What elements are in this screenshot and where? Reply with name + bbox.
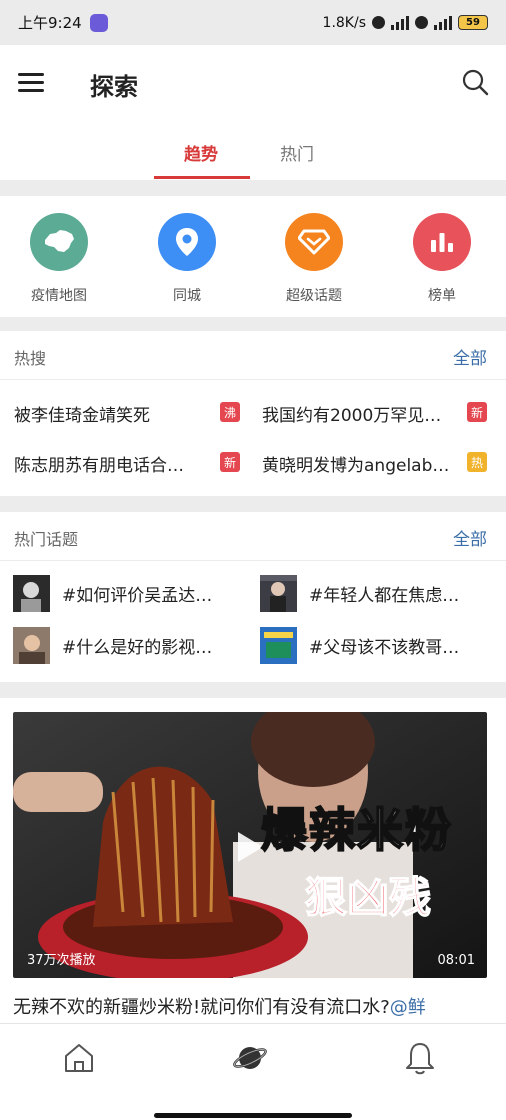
video-mention-link[interactable]: @鲜: [390, 997, 426, 1018]
section-title: 热门话题: [14, 530, 79, 549]
topic-item[interactable]: #父母该不该教哥…: [260, 625, 496, 665]
quick-link-rankings[interactable]: 榜单: [392, 213, 492, 305]
quick-link-super-topic[interactable]: 超级话题: [264, 213, 364, 305]
active-tab-indicator: [154, 176, 250, 179]
topic-thumbnail: [260, 627, 297, 664]
topic-item[interactable]: #年轻人都在焦虑…: [260, 573, 496, 613]
hot-search-item[interactable]: 我国约有2000万罕见…: [262, 401, 441, 426]
new-badge: 新: [220, 452, 240, 472]
battery-icon: 59: [458, 15, 488, 30]
topic-item[interactable]: #如何评价吴孟达…: [13, 573, 243, 613]
china-map-icon: [30, 213, 88, 271]
topic-item[interactable]: #什么是好的影视…: [13, 625, 243, 665]
hd-icon: [415, 16, 428, 29]
topic-text: #父母该不该教哥…: [309, 638, 460, 658]
new-badge: 新: [467, 402, 487, 422]
tab-trending[interactable]: 趋势: [184, 140, 218, 165]
video-card: 爆辣米粉 狠凶残 37万次播放 08:01 无辣不欢的新疆炒米粉!就问你们有没有…: [0, 698, 506, 1023]
status-indicators: 1.8K/s 59: [323, 15, 488, 31]
topic-text: #如何评价吴孟达…: [62, 586, 213, 606]
bell-icon[interactable]: [402, 1040, 438, 1076]
video-duration: 08:01: [437, 953, 475, 968]
hot-search-section: 热搜 全部 被李佳琦金靖笑死 沸 我国约有2000万罕见… 新 陈志朋苏有朋电话…: [0, 331, 506, 496]
hot-search-item[interactable]: 陈志朋苏有朋电话合…: [14, 451, 184, 476]
video-play-count: 37万次播放: [27, 953, 96, 968]
tab-popular[interactable]: 热门: [280, 140, 314, 165]
hot-badge: 沸: [220, 402, 240, 422]
topic-text: #什么是好的影视…: [62, 638, 213, 658]
quick-link-label: 疫情地图: [31, 288, 87, 304]
topic-text: #年轻人都在焦虑…: [309, 586, 460, 606]
diamond-icon: [285, 213, 343, 271]
quick-link-label: 同城: [173, 288, 201, 304]
section-title: 热搜: [14, 349, 47, 368]
home-icon[interactable]: [61, 1040, 97, 1076]
video-thumbnail[interactable]: 爆辣米粉 狠凶残 37万次播放 08:01: [13, 712, 487, 978]
video-overlay-title: 爆辣米粉: [260, 802, 453, 858]
topic-thumbnail: [13, 627, 50, 664]
divider: [0, 379, 506, 380]
video-title-text: 无辣不欢的新疆炒米粉!就问你们有没有流口水?: [13, 997, 390, 1018]
hot-topics-all-link[interactable]: 全部: [453, 525, 487, 550]
quick-link-local[interactable]: 同城: [137, 213, 237, 305]
topic-thumbnail: [13, 575, 50, 612]
video-overlay-subtitle: 狠凶残: [304, 872, 432, 923]
tab-bar: 趋势 热门: [0, 135, 506, 180]
bar-chart-icon: [413, 213, 471, 271]
hot-topics-section: 热门话题 全部 #如何评价吴孟达… #年轻人都在焦虑… #什么是好的影视… #父…: [0, 512, 506, 682]
bottom-nav: [0, 1023, 506, 1120]
video-title[interactable]: 无辣不欢的新疆炒米粉!就问你们有没有流口水?@鲜: [13, 993, 495, 1019]
quick-links: 疫情地图 同城 超级话题 榜单: [0, 196, 506, 317]
menu-icon[interactable]: [18, 73, 44, 93]
hot-search-item[interactable]: 黄晓明发博为angelab…: [262, 451, 449, 476]
hot-badge: 热: [467, 452, 487, 472]
quick-link-epidemic-map[interactable]: 疫情地图: [9, 213, 109, 305]
app-header: 探索 趋势 热门: [0, 45, 506, 180]
search-icon[interactable]: [460, 67, 490, 97]
signal-4g-icon: [434, 15, 452, 30]
app-notification-icon: [89, 13, 108, 32]
status-bar: 上午9:24 1.8K/s 59: [0, 0, 506, 45]
quick-link-label: 榜单: [428, 288, 456, 304]
topic-thumbnail: [260, 575, 297, 612]
quick-link-label: 超级话题: [286, 288, 342, 304]
hot-search-all-link[interactable]: 全部: [453, 344, 487, 369]
hot-search-item[interactable]: 被李佳琦金靖笑死: [14, 401, 150, 426]
gesture-home-bar[interactable]: [154, 1113, 352, 1118]
status-time: 上午9:24: [18, 14, 82, 32]
network-speed: 1.8K/s: [322, 14, 366, 31]
signal-icon: [391, 15, 409, 30]
volte-icon: [372, 16, 385, 29]
location-pin-icon: [158, 213, 216, 271]
planet-icon[interactable]: [232, 1040, 268, 1076]
divider: [0, 560, 506, 561]
page-title: 探索: [90, 73, 138, 101]
